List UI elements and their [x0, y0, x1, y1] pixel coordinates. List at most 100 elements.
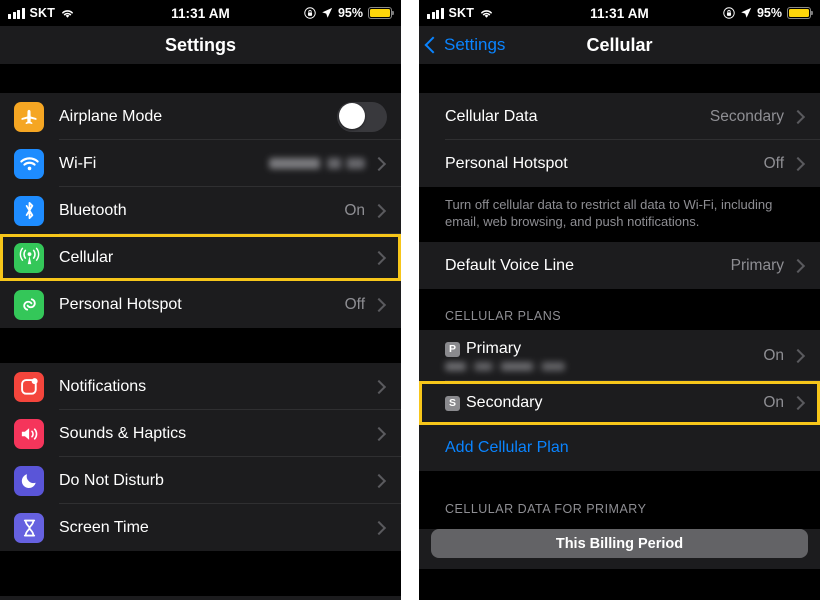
add-cellular-plan-button[interactable]: Add Cellular Plan [419, 425, 820, 471]
settings-row-label: Personal Hotspot [445, 154, 568, 172]
settings-row-cellular[interactable]: Cellular [0, 234, 401, 281]
battery-icon [368, 7, 394, 19]
battery-percent-label: 95% [756, 6, 782, 20]
cellular-antenna-icon [14, 242, 44, 273]
chevron-left-icon [424, 36, 442, 54]
settings-row-bluetooth[interactable]: Bluetooth On [0, 187, 401, 234]
back-button-label: Settings [444, 35, 506, 54]
cellular-group-plans: P Primary On S Secondary On Add Cellular… [419, 330, 820, 471]
left-phone-screen: SKT 11:31 AM 95% Settings Airplane Mode … [0, 0, 401, 600]
plan-title-row: P Primary [445, 340, 763, 358]
status-bar-right: SKT 11:31 AM 95% [419, 0, 820, 26]
chevron-right-icon [371, 520, 387, 535]
settings-row-label: Cellular [59, 248, 114, 266]
sim-badge-primary: P [445, 341, 460, 357]
spacer-mid-left [0, 328, 401, 363]
settings-row-airplane-mode[interactable]: Airplane Mode [0, 93, 401, 140]
section-header-cellular-data-for-primary: CELLULAR DATA FOR PRIMARY [419, 471, 820, 523]
cellular-group-data: Cellular Data Secondary Personal Hotspot… [419, 93, 820, 187]
chevron-right-icon [790, 348, 806, 363]
nav-bar-right: Settings Cellular [419, 26, 820, 64]
screen-time-hourglass-icon [14, 512, 44, 543]
rotation-lock-icon [304, 7, 316, 19]
settings-row-label: Personal Hotspot [59, 295, 182, 313]
status-bar-right-group: 95% [723, 0, 813, 26]
bluetooth-status-value: On [344, 201, 365, 219]
settings-row-label: Bluetooth [59, 201, 127, 219]
status-bar-right-group: 95% [304, 0, 394, 26]
battery-icon [787, 7, 813, 19]
chevron-right-icon [371, 250, 387, 265]
billing-period-segment[interactable]: This Billing Period [431, 529, 808, 558]
plan-subtitle-redacted [445, 362, 565, 371]
wifi-icon [14, 148, 44, 179]
settings-row-label: Notifications [59, 377, 147, 395]
right-phone-screen: SKT 11:31 AM 95% Settings Cellular Cellu… [419, 0, 820, 600]
next-group-peek-left [0, 596, 401, 600]
chevron-right-icon [371, 379, 387, 394]
personal-hotspot-icon [14, 289, 44, 320]
settings-row-wifi[interactable]: Wi-Fi [0, 140, 401, 187]
battery-percent-label: 95% [337, 6, 363, 20]
chevron-right-icon [790, 258, 806, 273]
bluetooth-icon [14, 195, 44, 226]
default-voice-line-value: Primary [730, 256, 784, 274]
sim-badge-secondary: S [445, 395, 460, 411]
hotspot-status-value: Off [763, 154, 784, 172]
spacer-top-left [0, 64, 401, 93]
cellular-data-footnote: Turn off cellular data to restrict all d… [419, 187, 820, 242]
cellular-row-personal-hotspot[interactable]: Personal Hotspot Off [419, 140, 820, 187]
dual-screenshot-container: SKT 11:31 AM 95% Settings Airplane Mode … [0, 0, 820, 600]
wifi-network-value-redacted [269, 158, 365, 169]
settings-group-system: Notifications Sounds & Haptics Do Not Di… [0, 363, 401, 551]
plan-label: Secondary [466, 394, 543, 411]
plan-label: Primary [466, 340, 522, 357]
sounds-haptics-icon [14, 418, 44, 449]
settings-row-personal-hotspot[interactable]: Personal Hotspot Off [0, 281, 401, 328]
settings-row-screen-time[interactable]: Screen Time [0, 504, 401, 551]
settings-group-connectivity: Airplane Mode Wi-Fi Bluetooth On Cellula… [0, 93, 401, 328]
plan-text-stack: P Primary [445, 340, 763, 371]
chevron-right-icon [790, 395, 806, 411]
settings-row-label: Screen Time [59, 518, 149, 536]
plan-status-value: On [763, 346, 784, 364]
settings-row-notifications[interactable]: Notifications [0, 363, 401, 410]
chevron-right-icon [371, 297, 387, 312]
cellular-plan-row-primary[interactable]: P Primary On [419, 330, 820, 381]
settings-row-label: Airplane Mode [59, 107, 163, 125]
status-bar-left: SKT 11:31 AM 95% [0, 0, 401, 26]
cellular-data-header-area: CELLULAR DATA FOR PRIMARY [419, 471, 820, 523]
chevron-right-icon [371, 156, 387, 171]
location-arrow-icon [321, 7, 333, 19]
airplane-mode-toggle[interactable] [337, 101, 387, 132]
do-not-disturb-moon-icon [14, 465, 44, 496]
settings-row-label: Sounds & Haptics [59, 424, 187, 442]
settings-row-label: Default Voice Line [445, 256, 574, 274]
settings-row-do-not-disturb[interactable]: Do Not Disturb [0, 457, 401, 504]
rotation-lock-icon [723, 7, 735, 19]
cellular-plans-header-area: CELLULAR PLANS [419, 289, 820, 330]
billing-period-group: This Billing Period [419, 529, 820, 569]
cellular-group-voice: Default Voice Line Primary [419, 242, 820, 289]
chevron-right-icon [371, 473, 387, 488]
cellular-plan-row-secondary[interactable]: S Secondary On [419, 381, 820, 425]
notifications-icon [14, 371, 44, 402]
settings-row-label: Wi-Fi [59, 154, 97, 172]
chevron-right-icon [371, 426, 387, 441]
settings-row-label: Do Not Disturb [59, 471, 164, 489]
airplane-icon [14, 101, 44, 132]
spacer-bottom-left [0, 551, 401, 596]
section-header-cellular-plans: CELLULAR PLANS [419, 289, 820, 330]
location-arrow-icon [740, 7, 752, 19]
settings-row-sounds-haptics[interactable]: Sounds & Haptics [0, 410, 401, 457]
cellular-data-value: Secondary [709, 107, 784, 125]
chevron-right-icon [790, 156, 806, 171]
back-button-settings[interactable]: Settings [419, 35, 505, 55]
spacer-top-right [419, 64, 820, 93]
cellular-row-cellular-data[interactable]: Cellular Data Secondary [419, 93, 820, 140]
nav-bar-left: Settings [0, 26, 401, 64]
hotspot-status-value: Off [344, 295, 365, 313]
cellular-row-default-voice-line[interactable]: Default Voice Line Primary [419, 242, 820, 289]
settings-row-label: Cellular Data [445, 107, 538, 125]
plan-status-value: On [763, 394, 784, 411]
